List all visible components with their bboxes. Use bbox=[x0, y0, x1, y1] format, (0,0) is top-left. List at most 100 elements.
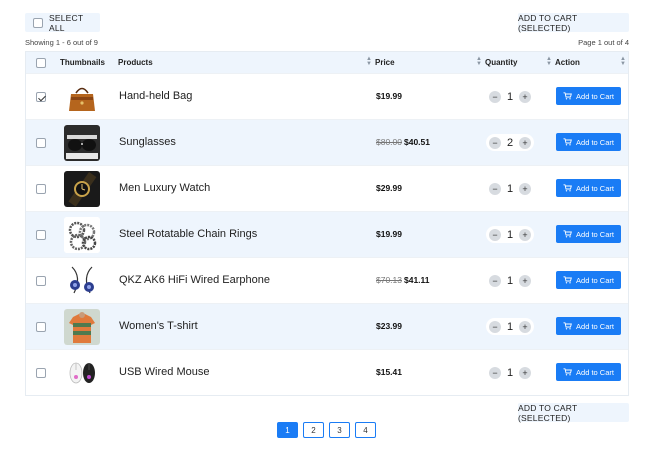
increment-button[interactable]: + bbox=[519, 228, 531, 241]
select-all-label: SELECT ALL bbox=[49, 12, 84, 33]
header-price[interactable]: Price bbox=[375, 52, 395, 73]
handbag-icon[interactable] bbox=[64, 79, 100, 115]
current-price: $29.99 bbox=[376, 183, 402, 193]
decrement-button[interactable]: − bbox=[489, 136, 501, 149]
watch-icon[interactable] bbox=[64, 171, 100, 207]
row-checkbox[interactable] bbox=[36, 276, 46, 286]
header-products[interactable]: Products bbox=[118, 52, 153, 73]
current-price: $23.99 bbox=[376, 321, 402, 331]
row-checkbox[interactable] bbox=[36, 184, 46, 194]
quantity-value[interactable]: 1 bbox=[507, 275, 513, 287]
decrement-button[interactable]: − bbox=[489, 182, 501, 195]
page-button-4[interactable]: 4 bbox=[355, 422, 376, 438]
quantity-stepper: −1 + bbox=[486, 272, 534, 289]
increment-button[interactable]: + bbox=[519, 136, 531, 149]
table-body: Hand-held Bag $19.99−1 + Add to Cart Sunglas… bbox=[26, 73, 628, 395]
table-row: Women's T-shirt $23.99 −1 + Add to Cart bbox=[26, 303, 628, 349]
quantity-value[interactable]: 1 bbox=[507, 367, 513, 379]
current-price: $15.41 bbox=[376, 367, 402, 377]
decrement-button[interactable]: − bbox=[489, 320, 501, 333]
row-checkbox[interactable] bbox=[36, 138, 46, 148]
sort-price-icon[interactable]: ▲ ▼ bbox=[476, 56, 482, 67]
decrement-button[interactable]: − bbox=[489, 274, 501, 287]
add-selected-to-cart-button-bottom[interactable]: ADD TO CART (SELECTED) bbox=[518, 403, 629, 423]
tshirt-icon[interactable] bbox=[64, 309, 100, 345]
add-selected-to-cart-button-top[interactable]: ADD TO CART (SELECTED) bbox=[518, 13, 629, 33]
product-price: $19.99 bbox=[376, 229, 402, 239]
quantity-value[interactable]: 1 bbox=[507, 91, 513, 103]
quantity-stepper: −2 + bbox=[486, 134, 534, 151]
product-name[interactable]: Women's T-shirt bbox=[119, 320, 198, 332]
row-checkbox[interactable] bbox=[36, 230, 46, 240]
table-row: Men Luxury Watch $29.99 −1 + Add to Cart bbox=[26, 165, 628, 211]
increment-button[interactable]: + bbox=[519, 320, 531, 333]
current-price: $40.51 bbox=[404, 137, 430, 147]
cart-icon bbox=[563, 230, 572, 238]
add-to-cart-button[interactable]: Add to Cart bbox=[556, 271, 621, 289]
header-thumbnails: Thumbnails bbox=[60, 58, 105, 67]
row-checkbox[interactable] bbox=[36, 368, 46, 378]
header-select-checkbox[interactable] bbox=[36, 57, 46, 68]
product-price: $23.99 bbox=[376, 321, 402, 331]
table-row: QKZ AK6 HiFi Wired Earphone $70.13 $41.11 −… bbox=[26, 257, 628, 303]
increment-button[interactable]: + bbox=[519, 182, 531, 195]
page-button-3[interactable]: 3 bbox=[329, 422, 350, 438]
decrement-button[interactable]: − bbox=[489, 228, 501, 241]
product-table: Thumbnails Products ▲ ▼ Price ▲ ▼ Quantity… bbox=[25, 51, 629, 396]
sort-products-icon[interactable]: ▲ ▼ bbox=[366, 56, 372, 67]
add-to-cart-label: Add to Cart bbox=[576, 183, 614, 193]
decrement-button[interactable]: − bbox=[489, 366, 501, 379]
header-action: Action bbox=[555, 58, 580, 67]
product-name[interactable]: Sunglasses bbox=[119, 136, 176, 148]
add-to-cart-button[interactable]: Add to Cart bbox=[556, 179, 621, 197]
increment-button[interactable]: + bbox=[519, 366, 531, 379]
select-all-button[interactable]: SELECT ALL bbox=[25, 12, 100, 33]
current-price: $19.99 bbox=[376, 229, 402, 239]
product-name[interactable]: QKZ AK6 HiFi Wired Earphone bbox=[119, 274, 270, 286]
sort-action-icon[interactable]: ▲ ▼ bbox=[620, 56, 626, 67]
product-price: $70.13 $41.11 bbox=[376, 275, 430, 285]
earphone-icon[interactable] bbox=[64, 263, 100, 299]
page-indicator: Page 1 out of 4 bbox=[578, 38, 629, 47]
current-price: $19.99 bbox=[376, 91, 402, 101]
mouse-icon[interactable] bbox=[64, 355, 100, 391]
cart-icon bbox=[563, 138, 572, 146]
product-name[interactable]: Hand-held Bag bbox=[119, 90, 192, 102]
page-button-1[interactable]: 1 bbox=[277, 422, 298, 438]
row-checkbox[interactable] bbox=[36, 322, 46, 332]
add-to-cart-button[interactable]: Add to Cart bbox=[556, 317, 621, 335]
cart-icon bbox=[563, 368, 572, 376]
product-name[interactable]: USB Wired Mouse bbox=[119, 366, 209, 378]
header-quantity[interactable]: Quantity bbox=[485, 52, 517, 73]
increment-button[interactable]: + bbox=[519, 274, 531, 287]
add-to-cart-button[interactable]: Add to Cart bbox=[556, 363, 621, 381]
showing-count: Showing 1 - 6 out of 9 bbox=[25, 38, 98, 47]
table-row: Sunglasses $80.00 $40.51 −2 + Add to Cart bbox=[26, 119, 628, 165]
decrement-button[interactable]: − bbox=[489, 90, 501, 103]
add-to-cart-button[interactable]: Add to Cart bbox=[556, 133, 621, 151]
product-name[interactable]: Steel Rotatable Chain Rings bbox=[119, 228, 257, 240]
row-checkbox[interactable] bbox=[36, 92, 46, 102]
quantity-value[interactable]: 2 bbox=[507, 137, 513, 149]
quantity-stepper: −1 + bbox=[486, 88, 534, 105]
add-to-cart-button[interactable]: Add to Cart bbox=[556, 225, 621, 243]
sunglasses-icon[interactable] bbox=[64, 125, 100, 161]
add-to-cart-button[interactable]: Add to Cart bbox=[556, 87, 621, 105]
quantity-value[interactable]: 1 bbox=[507, 321, 513, 333]
increment-button[interactable]: + bbox=[519, 90, 531, 103]
rings-icon[interactable] bbox=[64, 217, 100, 253]
select-all-checkbox[interactable] bbox=[33, 17, 43, 28]
add-to-cart-label: Add to Cart bbox=[576, 321, 614, 331]
product-price: $80.00 $40.51 bbox=[376, 137, 430, 147]
product-price: $19.99 bbox=[376, 91, 402, 101]
pagination: 1234 bbox=[277, 422, 381, 438]
top-toolbar: SELECT ALL ADD TO CART (SELECTED) bbox=[25, 13, 629, 33]
header-checkbox-cell bbox=[36, 52, 46, 73]
info-row: Showing 1 - 6 out of 9 Page 1 out of 4 bbox=[25, 38, 629, 48]
add-to-cart-label: Add to Cart bbox=[576, 229, 614, 239]
quantity-value[interactable]: 1 bbox=[507, 229, 513, 241]
product-name[interactable]: Men Luxury Watch bbox=[119, 182, 210, 194]
sort-quantity-icon[interactable]: ▲ ▼ bbox=[546, 56, 552, 67]
page-button-2[interactable]: 2 bbox=[303, 422, 324, 438]
quantity-value[interactable]: 1 bbox=[507, 183, 513, 195]
